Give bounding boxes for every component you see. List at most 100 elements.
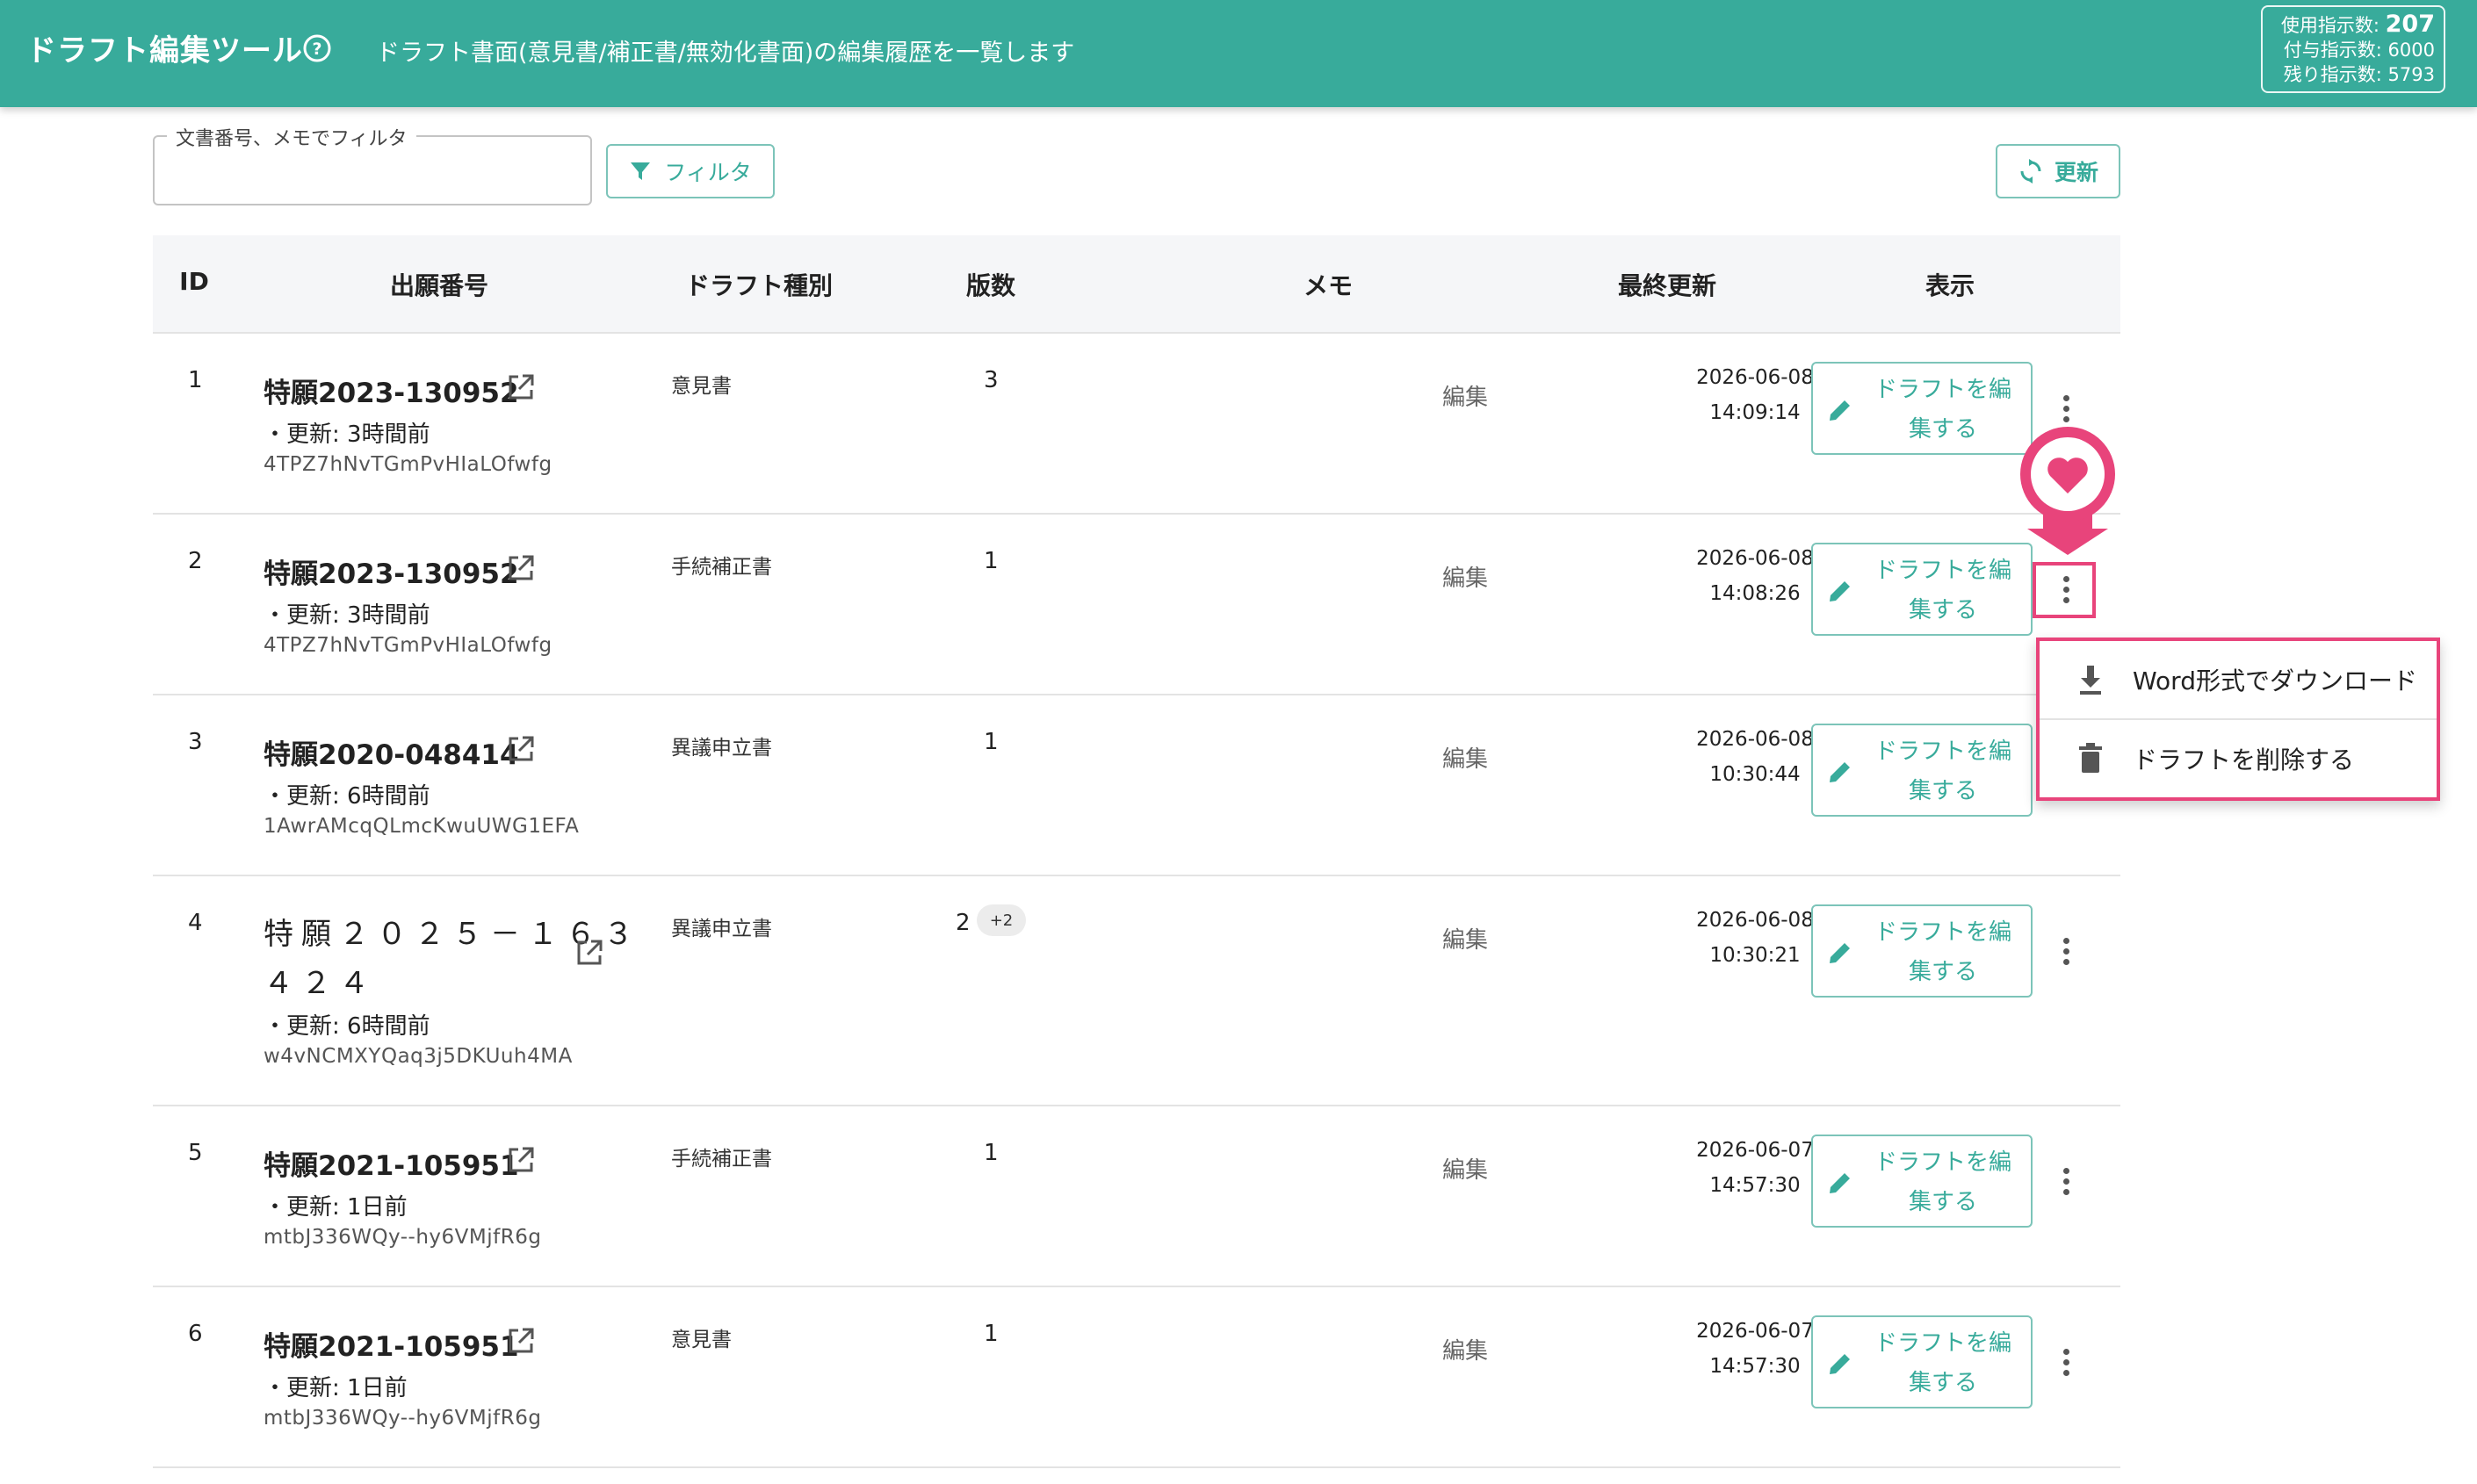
edit-draft-button[interactable]: ドラフトを編 集する (1811, 904, 2033, 998)
updated-relative: ・更新: 3時間前 (264, 602, 430, 629)
column-header-draft-type[interactable]: ドラフト種別 (685, 267, 833, 302)
heart-marker-icon (2020, 427, 2115, 555)
open-external-icon[interactable] (506, 734, 536, 764)
updated-relative: ・更新: 6時間前 (264, 1013, 430, 1040)
row-id: 5 (188, 1140, 203, 1166)
application-number: 特願2020-048414 (264, 739, 519, 771)
filter-input[interactable]: 文書番号、メモでフィルタ (153, 123, 592, 205)
row-id: 1 (188, 367, 203, 393)
edit-draft-button[interactable]: ドラフトを編 集する (1811, 1315, 2033, 1408)
column-header-versions[interactable]: 版数 (966, 267, 1015, 302)
open-external-icon[interactable] (506, 1145, 536, 1175)
header-subtitle: ドラフト書面(意見書/補正書/無効化書面)の編集履歴を一覧します (376, 40, 1075, 67)
memo-edit-link[interactable]: 編集 (1442, 1152, 1488, 1185)
filter-button-label: フィルタ (664, 160, 752, 185)
draft-hash: mtbJ336WQy--hy6VMjfR6g (264, 1407, 542, 1430)
app-title: ドラフト編集ツール (26, 33, 303, 68)
open-external-icon[interactable] (506, 553, 536, 583)
row-id: 3 (188, 729, 203, 755)
menu-item-label: Word形式でダウンロード (2133, 666, 2417, 695)
application-number: 特願2023-130952 (264, 378, 519, 409)
column-header-display[interactable]: 表示 (1925, 267, 1975, 302)
column-header-last-updated[interactable]: 最終更新 (1618, 267, 1716, 302)
refresh-icon (2020, 159, 2041, 184)
edit-draft-button[interactable]: ドラフトを編 集する (1811, 724, 2033, 817)
version-count: 1 (984, 729, 999, 755)
open-external-icon[interactable] (574, 938, 604, 968)
edit-draft-label: ドラフトを編 集する (1866, 732, 2020, 811)
memo-edit-link[interactable]: 編集 (1442, 560, 1488, 593)
updated-relative: ・更新: 1日前 (264, 1194, 408, 1221)
menu-item-label: ドラフトを削除する (2133, 746, 2355, 774)
app-header: ドラフト編集ツール ? ドラフト書面(意見書/補正書/無効化書面)の編集履歴を一… (0, 0, 2477, 107)
open-external-icon[interactable] (506, 372, 536, 402)
refresh-button[interactable]: 更新 (1996, 144, 2120, 198)
pencil-icon (1830, 1354, 1850, 1374)
column-header-application-number[interactable]: 出願番号 (390, 267, 488, 302)
row-action-menu: Word形式でダウンロード ドラフトを削除する (2036, 638, 2440, 801)
row-menu-icon[interactable] (2055, 934, 2076, 969)
edit-draft-label-line1: ドラフトを編 (1874, 558, 2011, 584)
edit-draft-label: ドラフトを編 集する (1866, 551, 2020, 630)
version-count: 1 (984, 1140, 999, 1166)
open-external-icon[interactable] (506, 1326, 536, 1356)
draft-type: 異議申立書 (671, 918, 772, 940)
filter-icon (631, 162, 651, 180)
edit-draft-button[interactable]: ドラフトを編 集する (1811, 362, 2033, 455)
version-count: 2 (956, 910, 971, 936)
pencil-icon (1830, 943, 1850, 963)
draft-hash: 4TPZ7hNvTGmPvHIaLOfwfg (264, 453, 552, 476)
help-icon[interactable]: ? (302, 33, 332, 63)
updated-relative: ・更新: 6時間前 (264, 783, 430, 810)
pencil-icon (1830, 762, 1850, 782)
updated-relative: ・更新: 1日前 (264, 1375, 408, 1401)
edit-draft-label-line2: 集する (1908, 959, 1977, 985)
column-header-memo[interactable]: メモ (1303, 267, 1353, 302)
edit-draft-label-line2: 集する (1908, 778, 1977, 804)
memo-edit-link[interactable]: 編集 (1442, 922, 1488, 955)
table-row: 4 特願２０２５－１６３ ４２４ ・更新: 6時間前 w4vNCMXYQaq3j… (153, 876, 2120, 1106)
remaining-count: 残り指示数: 5793 (2283, 64, 2435, 85)
row-id: 4 (188, 910, 203, 936)
column-header-id[interactable]: ID (179, 267, 209, 296)
row-menu-icon[interactable] (2055, 1164, 2076, 1199)
menu-item-download-word[interactable]: Word形式でダウンロード (2040, 641, 2437, 718)
edit-draft-label-line2: 集する (1908, 416, 1977, 443)
download-icon (2080, 666, 2101, 695)
active-menu-highlight (2033, 562, 2096, 618)
edit-draft-label-line1: ドラフトを編 (1874, 738, 2011, 765)
pencil-icon (1830, 1173, 1850, 1193)
table-row: 1 特願2023-130952 ・更新: 3時間前 4TPZ7hNvTGmPvH… (153, 334, 2120, 515)
trash-icon (2079, 743, 2102, 773)
table-row: 3 特願2020-048414 ・更新: 6時間前 1AwrAMcqQLmcKw… (153, 695, 2120, 876)
row-menu-icon[interactable] (2055, 392, 2076, 427)
memo-edit-link[interactable]: 編集 (1442, 379, 1488, 412)
draft-hash: 4TPZ7hNvTGmPvHIaLOfwfg (264, 634, 552, 657)
edit-draft-label-line2: 集する (1908, 1189, 1977, 1215)
draft-hash: w4vNCMXYQaq3j5DKUuh4MA (264, 1045, 573, 1068)
draft-hash: 1AwrAMcqQLmcKwuUWG1EFA (264, 815, 580, 838)
version-count: 1 (984, 1321, 999, 1347)
used-label: 使用指示数: (2280, 15, 2380, 36)
draft-type: 意見書 (671, 375, 732, 398)
table-row: 6 特願2021-105951 ・更新: 1日前 mtbJ336WQy--hy6… (153, 1287, 2120, 1468)
edit-draft-label: ドラフトを編 集する (1866, 1143, 2020, 1222)
memo-edit-link[interactable]: 編集 (1442, 1333, 1488, 1365)
application-number: 特願2021-105951 (264, 1150, 519, 1182)
edit-draft-button[interactable]: ドラフトを編 集する (1811, 543, 2033, 636)
edit-draft-label-line2: 集する (1908, 597, 1977, 623)
draft-type: 異議申立書 (671, 737, 772, 760)
draft-type: 手続補正書 (671, 1148, 772, 1171)
row-menu-icon[interactable] (2055, 1345, 2076, 1380)
version-count: 3 (984, 367, 999, 393)
edit-draft-button[interactable]: ドラフトを編 集する (1811, 1135, 2033, 1228)
application-number: 特願2021-105951 (264, 1331, 519, 1363)
edit-draft-label: ドラフトを編 集する (1866, 371, 2020, 450)
memo-edit-link[interactable]: 編集 (1442, 741, 1488, 774)
pencil-icon (1830, 400, 1850, 421)
pencil-icon (1830, 581, 1850, 602)
version-more-chip[interactable]: +2 (977, 904, 1026, 936)
filter-button[interactable]: フィルタ (606, 144, 775, 198)
filter-input-label: 文書番号、メモでフィルタ (167, 123, 416, 151)
menu-item-delete-draft[interactable]: ドラフトを削除する (2040, 720, 2437, 797)
